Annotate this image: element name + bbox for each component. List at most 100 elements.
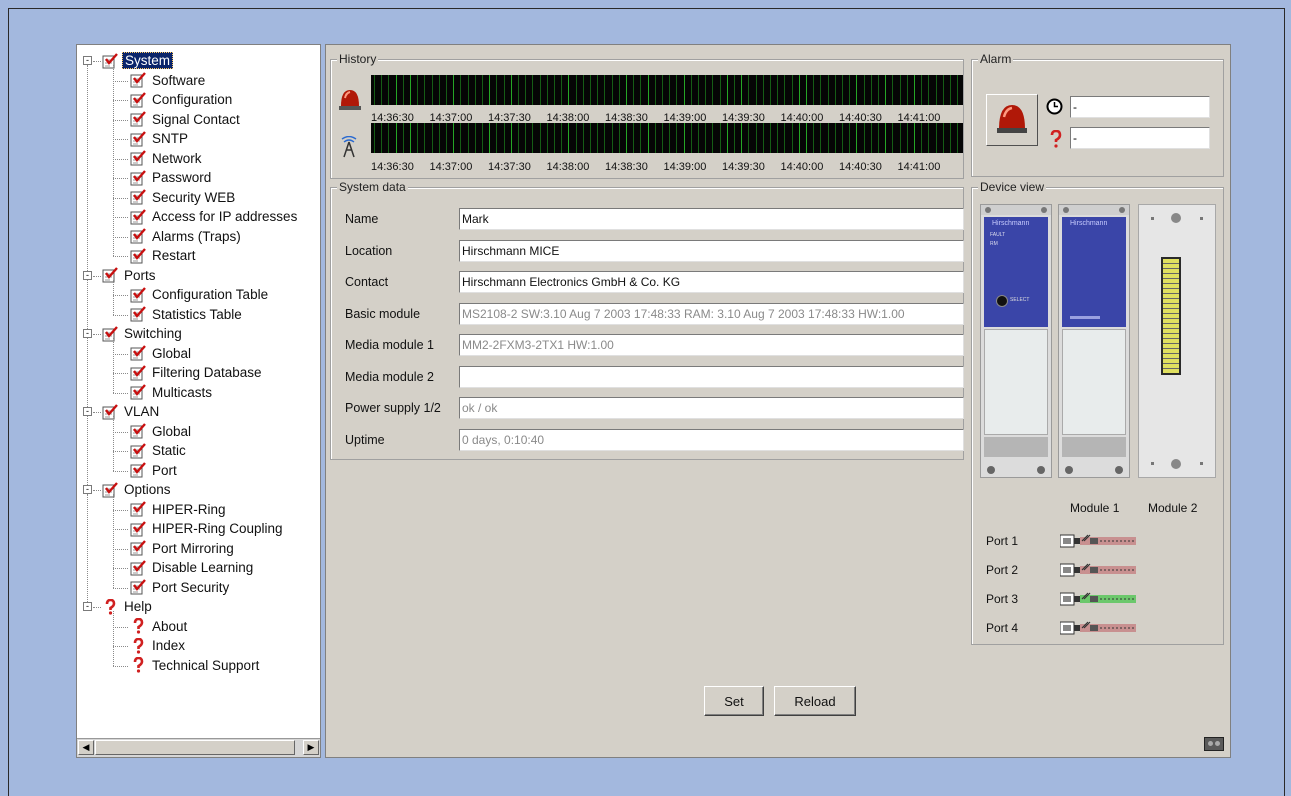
tree-item-port-mirroring[interactable]: Port Mirroring	[129, 539, 236, 559]
history-tick	[561, 75, 563, 105]
tree-collapse-toggle[interactable]: -	[83, 485, 92, 494]
name-field[interactable]: Mark	[459, 208, 964, 230]
tree-item-about[interactable]: About	[129, 617, 189, 637]
horizontal-scrollbar[interactable]: ◀ ▶	[77, 738, 320, 757]
tree-collapse-toggle[interactable]: -	[83, 329, 92, 338]
tree-item-network[interactable]: Network	[129, 149, 204, 169]
history-tick	[806, 123, 807, 153]
media-module-faceplate: Hirschmann	[1062, 217, 1126, 327]
history-tick	[863, 123, 865, 153]
tree-item-hiper-ring-coupling[interactable]: HIPER-Ring Coupling	[129, 519, 285, 539]
check-page-icon	[101, 52, 119, 69]
history-tick	[791, 123, 793, 153]
history-tick	[770, 123, 771, 153]
history-tick	[827, 123, 829, 153]
history-tick	[957, 123, 959, 153]
media-module-2-field[interactable]	[459, 365, 964, 388]
tree-item-static[interactable]: Static	[129, 441, 188, 461]
tree-item-vlan[interactable]: VLAN	[101, 402, 161, 422]
tree-item-global[interactable]: Global	[129, 422, 193, 442]
tree-item-global[interactable]: Global	[129, 344, 193, 364]
history-tick	[690, 75, 692, 105]
tree-item-ports[interactable]: Ports	[101, 266, 158, 286]
tree-connector	[113, 611, 114, 666]
question-icon	[101, 598, 119, 615]
tree-item-restart[interactable]: Restart	[129, 246, 198, 266]
history-tick	[942, 75, 944, 105]
basic-module-image[interactable]: Hirschmann FAULT RM SELECT	[980, 204, 1052, 478]
tree-collapse-toggle[interactable]: -	[83, 602, 92, 611]
alarm-beacon-icon	[993, 99, 1031, 142]
history-time-label: 14:36:30	[371, 161, 414, 173]
power-supply-1-2-field[interactable]: ok / ok	[459, 397, 964, 419]
alarm-time-field[interactable]: -	[1070, 96, 1210, 118]
tree-item-port[interactable]: Port	[129, 461, 179, 481]
tree-item-index[interactable]: Index	[129, 636, 187, 656]
tree-collapse-toggle[interactable]: -	[83, 407, 92, 416]
history-tick	[633, 123, 635, 153]
check-page-icon	[101, 267, 119, 283]
tree-item-password[interactable]: Password	[129, 168, 213, 188]
tree-item-label: Options	[124, 482, 171, 498]
history-tick	[374, 75, 375, 105]
tree-item-disable-learning[interactable]: Disable Learning	[129, 558, 255, 578]
tree-connector	[113, 65, 114, 256]
alarm-status-button[interactable]	[986, 94, 1038, 146]
tree-item-statistics-table[interactable]: Statistics Table	[129, 305, 244, 325]
history-tick	[899, 123, 901, 153]
port-3-connector-icon[interactable]	[1059, 591, 1136, 612]
scroll-right-button[interactable]: ▶	[303, 740, 319, 755]
tree-item-help[interactable]: Help	[101, 597, 154, 617]
history-tick	[510, 75, 512, 105]
history-tick	[590, 123, 591, 153]
check-page-icon	[129, 91, 147, 108]
media-module-1-image[interactable]: Hirschmann	[1058, 204, 1130, 478]
empty-module-slot[interactable]	[1138, 204, 1216, 478]
alarm-description-field[interactable]: -	[1070, 127, 1210, 149]
tree-item-port-security[interactable]: Port Security	[129, 578, 231, 598]
history-tick	[820, 75, 822, 105]
tree-item-hiper-ring[interactable]: HIPER-Ring	[129, 500, 228, 520]
history-tick	[676, 75, 678, 105]
tree-item-software[interactable]: Software	[129, 71, 207, 91]
select-button[interactable]	[996, 295, 1008, 307]
tree-item-configuration-table[interactable]: Configuration Table	[129, 285, 270, 305]
clock-icon	[1046, 98, 1063, 120]
port-2-connector-icon[interactable]	[1059, 562, 1136, 583]
basic-module-field[interactable]: MS2108-2 SW:3.10 Aug 7 2003 17:48:33 RAM…	[459, 302, 964, 325]
history-tick	[827, 75, 829, 105]
tree-item-access-for-ip-addresses[interactable]: Access for IP addresses	[129, 207, 299, 227]
tree-item-label: HIPER-Ring Coupling	[152, 521, 283, 537]
history-tick	[503, 75, 505, 105]
power-supply-1-2-label: Power supply 1/2	[345, 401, 441, 415]
tree-item-configuration[interactable]: Configuration	[129, 90, 234, 110]
tree-item-technical-support[interactable]: Technical Support	[129, 656, 261, 676]
uptime-field[interactable]: 0 days, 0:10:40	[459, 428, 964, 451]
question-icon	[129, 656, 147, 673]
tree-item-label: Port	[152, 462, 177, 478]
history-tick	[770, 75, 771, 105]
scroll-thumb[interactable]	[95, 740, 295, 755]
tree-item-sntp[interactable]: SNTP	[129, 129, 190, 149]
tree-item-multicasts[interactable]: Multicasts	[129, 383, 214, 403]
tree-item-filtering-database[interactable]: Filtering Database	[129, 363, 264, 383]
tree-item-alarms-traps[interactable]: Alarms (Traps)	[129, 227, 243, 247]
tree-item-options[interactable]: Options	[101, 480, 173, 500]
tree-item-signal-contact[interactable]: Signal Contact	[129, 110, 242, 130]
location-field[interactable]: Hirschmann MICE	[459, 239, 964, 262]
history-tick	[734, 75, 735, 105]
reload-button[interactable]: Reload	[774, 686, 856, 716]
port-1-connector-icon[interactable]	[1059, 533, 1136, 554]
tree-collapse-toggle[interactable]: -	[83, 270, 92, 280]
port-4-connector-icon[interactable]	[1059, 620, 1136, 641]
tree-item-security-web[interactable]: Security WEB	[129, 188, 237, 208]
tree-collapse-toggle[interactable]: -	[83, 56, 92, 65]
contact-field[interactable]: Hirschmann Electronics GmbH & Co. KG	[459, 271, 964, 293]
navigation-tree-pane[interactable]: System - Software Configuration Signal Conta…	[76, 44, 321, 758]
media-module-1-field[interactable]: MM2-2FXM3-2TX1 HW:1.00	[459, 334, 964, 356]
tree-item-system[interactable]: System	[101, 51, 174, 71]
set-button[interactable]: Set	[704, 686, 764, 716]
scroll-left-button[interactable]: ◀	[78, 740, 94, 755]
history-tick	[554, 75, 555, 105]
history-tick	[482, 123, 483, 153]
